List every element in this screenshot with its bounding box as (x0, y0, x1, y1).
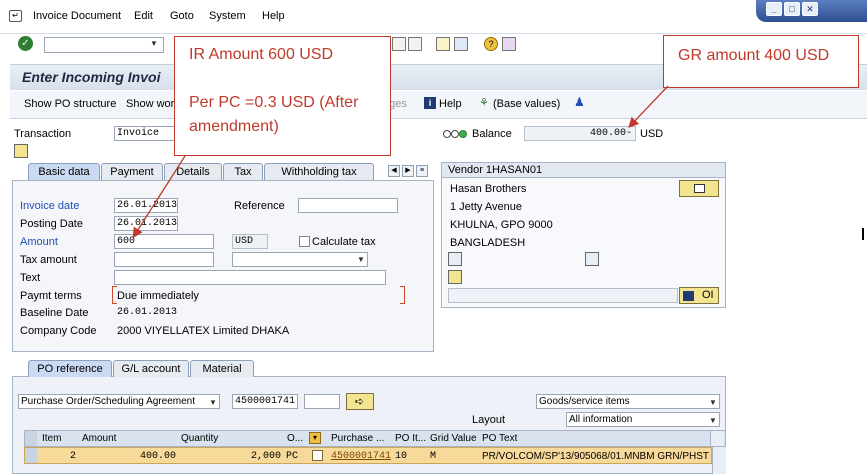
ir-arrow (132, 155, 186, 239)
gr-arrow (628, 85, 669, 128)
callout-arrows (132, 85, 669, 239)
